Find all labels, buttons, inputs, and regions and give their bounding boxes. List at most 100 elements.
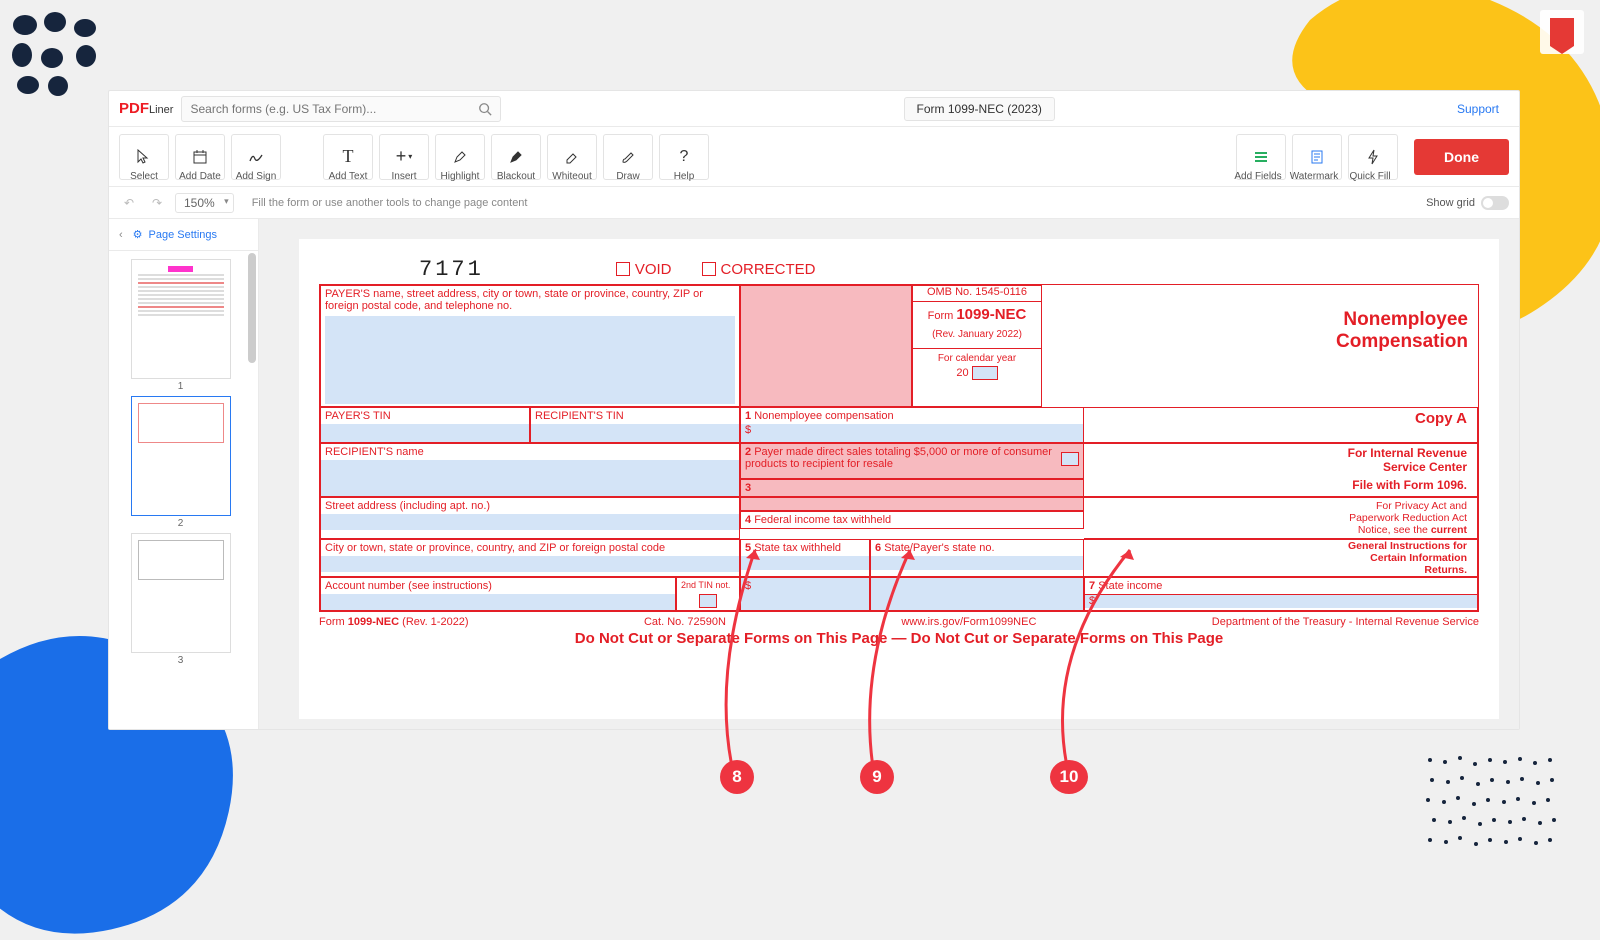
thumbnail-page-3[interactable]: 3: [131, 533, 231, 666]
recipient-name-field[interactable]: [321, 460, 739, 496]
thumbnail-page-1[interactable]: 1: [131, 259, 231, 392]
annotation-badge-9: 9: [860, 760, 894, 794]
form-code: 7171: [419, 257, 484, 282]
copy-a-heading: Copy A: [1088, 410, 1467, 427]
eraser-icon: [564, 147, 580, 167]
tool-add-text[interactable]: T: [323, 134, 373, 180]
street-field[interactable]: [321, 514, 739, 530]
highlighter-icon: [452, 147, 468, 167]
blackout-icon: [508, 147, 524, 167]
city-field[interactable]: [321, 556, 739, 572]
tool-add-date[interactable]: [175, 134, 225, 180]
thumb-1-number: 1: [131, 381, 231, 392]
box5-field[interactable]: [741, 556, 869, 570]
header-bar: PDFLiner Form 1099-NEC (2023) Support: [109, 91, 1519, 127]
cursor-icon: [136, 147, 152, 167]
form-1099-grid: PAYER'S name, street address, city or to…: [319, 284, 1479, 612]
tool-select[interactable]: [119, 134, 169, 180]
tool-insert[interactable]: +▾: [379, 134, 429, 180]
signature-icon: [248, 147, 264, 167]
thumb-2-number: 2: [131, 518, 231, 529]
payer-address-field[interactable]: [325, 316, 735, 404]
box2-checkbox[interactable]: [1061, 452, 1079, 466]
tool-add-fields[interactable]: [1236, 134, 1286, 180]
tool-highlight[interactable]: [435, 134, 485, 180]
watermark-icon: [1309, 147, 1325, 167]
payer-address-label: PAYER'S name, street address, city or to…: [325, 288, 735, 312]
doc-title[interactable]: Form 1099-NEC (2023): [904, 97, 1055, 121]
support-link[interactable]: Support: [1457, 102, 1509, 116]
bg-decoration-dots-topleft: [10, 10, 110, 100]
catalog-number: Cat. No. 72590N: [644, 616, 726, 628]
collapse-sidebar-button[interactable]: ‹: [115, 229, 127, 241]
account-label: Account number (see instructions): [325, 580, 671, 592]
tool-help[interactable]: ?: [659, 134, 709, 180]
account-field[interactable]: [321, 594, 675, 610]
toggle-switch[interactable]: [1481, 196, 1509, 210]
year-field[interactable]: [972, 366, 998, 380]
tool-blackout[interactable]: [491, 134, 541, 180]
tool-quick-fill[interactable]: [1348, 134, 1398, 180]
file-with-1096: File with Form 1096.: [1088, 478, 1467, 492]
annotation-badge-10: 10: [1050, 760, 1088, 794]
brush-icon: [620, 147, 636, 167]
box7-field[interactable]: $: [1085, 594, 1477, 608]
box5-label: State tax withheld: [754, 542, 841, 554]
bg-decoration-dots-bottomright: [1420, 750, 1570, 870]
undo-button[interactable]: ↶: [119, 193, 139, 213]
search-input[interactable]: [190, 97, 470, 121]
search-box[interactable]: [181, 96, 501, 122]
box2-label: Payer made direct sales totaling $5,000 …: [745, 446, 1052, 470]
zoom-select[interactable]: 150%: [175, 193, 234, 213]
instruction-text: Fill the form or use another tools to ch…: [252, 197, 528, 209]
copy-a-line2: Service Center: [1088, 460, 1467, 474]
app-window: PDFLiner Form 1099-NEC (2023) Support T …: [108, 90, 1520, 730]
calendar-year-label: For calendar year: [913, 348, 1041, 364]
recipient-tin-label: RECIPIENT'S TIN: [535, 410, 735, 422]
sidebar-scrollbar[interactable]: [248, 253, 256, 363]
box1-field[interactable]: $: [741, 424, 1083, 442]
corrected-checkbox[interactable]: [702, 262, 716, 276]
document-canvas[interactable]: 7171 VOID CORRECTED PAYER'S name, street…: [259, 219, 1519, 729]
do-not-cut-warning: Do Not Cut or Separate Forms on This Pag…: [319, 630, 1479, 647]
void-checkbox[interactable]: [616, 262, 630, 276]
dept-treasury: Department of the Treasury - Internal Re…: [1212, 616, 1479, 628]
city-label: City or town, state or province, country…: [325, 542, 735, 554]
tool-whiteout[interactable]: [547, 134, 597, 180]
search-icon[interactable]: [478, 102, 492, 119]
corrected-label: CORRECTED: [721, 261, 816, 278]
payer-tin-label: PAYER'S TIN: [325, 410, 525, 422]
tool-add-sign[interactable]: [231, 134, 281, 180]
box6-field[interactable]: [871, 556, 1083, 570]
sub-toolbar: ↶ ↷ 150% Fill the form or use another to…: [109, 187, 1519, 219]
show-grid-label: Show grid: [1426, 197, 1475, 209]
form-title-line2: Compensation: [1042, 331, 1468, 353]
payer-tin-field[interactable]: [321, 424, 529, 442]
form-revision: (Rev. January 2022): [917, 329, 1037, 340]
recipient-tin-field[interactable]: [531, 424, 739, 442]
form-page: 7171 VOID CORRECTED PAYER'S name, street…: [299, 239, 1499, 719]
box3-number: 3: [745, 482, 751, 494]
annotation-badge-8: 8: [720, 760, 754, 794]
show-grid-toggle[interactable]: Show grid: [1426, 196, 1509, 210]
lightning-icon: [1365, 147, 1381, 167]
box6-field-2[interactable]: [870, 577, 1084, 611]
thumbnail-page-2[interactable]: 2: [131, 396, 231, 529]
tool-watermark[interactable]: [1292, 134, 1342, 180]
redo-button[interactable]: ↷: [147, 193, 167, 213]
done-button[interactable]: Done: [1414, 139, 1509, 175]
page-settings-icon: ⚙: [133, 228, 143, 241]
logo: PDFLiner: [119, 100, 173, 117]
calendar-icon: [192, 147, 208, 167]
main-area: ‹ ⚙ Page Settings 1 2 3: [109, 219, 1519, 729]
thumb-3-number: 3: [131, 655, 231, 666]
omb-number: OMB No. 1545-0116: [913, 286, 1041, 302]
2nd-tin-checkbox[interactable]: [699, 594, 717, 608]
void-label: VOID: [635, 261, 672, 278]
copy-a-line1: For Internal Revenue: [1088, 446, 1467, 460]
box5-field-2[interactable]: $: [740, 577, 870, 611]
thumbnails-sidebar: ‹ ⚙ Page Settings 1 2 3: [109, 219, 259, 729]
help-icon: ?: [680, 147, 689, 167]
page-settings-label[interactable]: Page Settings: [149, 229, 218, 241]
tool-draw[interactable]: [603, 134, 653, 180]
